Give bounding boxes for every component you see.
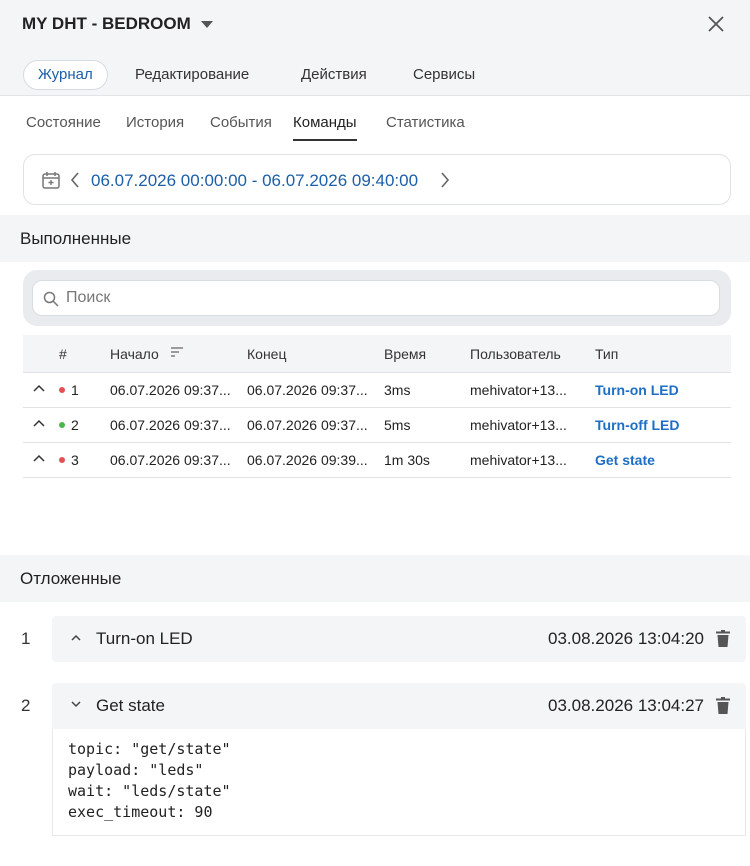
status-dot xyxy=(59,387,65,393)
tab-commands[interactable]: Команды xyxy=(293,114,357,141)
pending-item-details: topic: "get/state" payload: "leds" wait:… xyxy=(52,729,746,836)
column-header-duration[interactable]: Время xyxy=(384,346,426,362)
date-range-picker[interactable]: 06.07.2026 00:00:00 - 06.07.2026 09:40:0… xyxy=(23,154,731,205)
row-start: 06.07.2026 09:37... xyxy=(110,382,231,398)
status-dot xyxy=(59,422,65,428)
tab-actions[interactable]: Действия xyxy=(287,60,381,90)
device-title[interactable]: MY DHT - BEDROOM xyxy=(22,14,213,34)
row-user: mehivator+13... xyxy=(470,382,567,398)
sort-icon[interactable] xyxy=(171,347,183,357)
row-start: 06.07.2026 09:37... xyxy=(110,417,231,433)
date-range-text[interactable]: 06.07.2026 00:00:00 - 06.07.2026 09:40:0… xyxy=(91,171,418,191)
tab-editing[interactable]: Редактирование xyxy=(121,60,263,90)
search-panel xyxy=(23,270,731,326)
chevron-up-icon[interactable] xyxy=(70,633,82,641)
column-header-start[interactable]: Начало xyxy=(110,346,159,362)
detail-topic: topic: "get/state" xyxy=(68,740,231,758)
tab-services[interactable]: Сервисы xyxy=(399,60,489,90)
row-number: 3 xyxy=(71,452,79,468)
pending-item-name: Turn-on LED xyxy=(96,629,193,648)
pending-section-header: Отложенные xyxy=(0,555,750,602)
device-title-text: MY DHT - BEDROOM xyxy=(22,14,191,33)
search-field[interactable] xyxy=(32,280,720,316)
tab-journal[interactable]: Журнал xyxy=(23,60,108,90)
table-row[interactable]: 1 06.07.2026 09:37... 06.07.2026 09:37..… xyxy=(23,373,731,408)
row-user: mehivator+13... xyxy=(470,417,567,433)
pending-item-date: 03.08.2026 13:04:27 xyxy=(548,696,704,715)
calendar-icon[interactable] xyxy=(41,170,61,190)
row-number: 2 xyxy=(71,417,79,433)
executed-section-header: Выполненные xyxy=(0,215,750,262)
close-icon[interactable] xyxy=(706,14,726,34)
row-type-link[interactable]: Get state xyxy=(595,452,655,468)
pending-section-title: Отложенные xyxy=(20,569,122,588)
pending-item-number: 2 xyxy=(21,696,31,715)
caret-down-icon[interactable] xyxy=(200,20,213,28)
pending-item[interactable]: Turn-on LED 03.08.2026 13:04:20 xyxy=(52,616,746,662)
pending-item-number: 1 xyxy=(21,629,31,648)
detail-wait: wait: "leds/state" xyxy=(68,782,231,800)
trash-icon[interactable] xyxy=(716,630,730,647)
row-end: 06.07.2026 09:37... xyxy=(247,417,368,433)
main-tabs: Журнал Редактирование Действия Сервисы xyxy=(0,50,750,96)
executed-section-title: Выполненные xyxy=(20,229,132,248)
status-dot xyxy=(59,457,65,463)
tab-history[interactable]: История xyxy=(126,114,184,139)
dialog-header: MY DHT - BEDROOM xyxy=(0,0,750,50)
row-number: 1 xyxy=(71,382,79,398)
chevron-left-icon[interactable] xyxy=(70,171,80,189)
table-row[interactable]: 2 06.07.2026 09:37... 06.07.2026 09:37..… xyxy=(23,408,731,443)
executed-commands-table: # Начало Конец Время Пользователь Тип 1 … xyxy=(23,335,731,478)
row-duration: 3ms xyxy=(384,382,411,398)
column-header-end[interactable]: Конец xyxy=(247,346,286,362)
sub-tabs: Состояние История События Команды Статис… xyxy=(0,97,750,143)
table-row[interactable]: 3 06.07.2026 09:37... 06.07.2026 09:39..… xyxy=(23,443,731,478)
row-user: mehivator+13... xyxy=(470,452,567,468)
column-header-number[interactable]: # xyxy=(59,346,67,362)
pending-item-name: Get state xyxy=(96,696,165,715)
column-header-user[interactable]: Пользователь xyxy=(470,346,561,362)
row-duration: 5ms xyxy=(384,417,411,433)
tab-statistics[interactable]: Статистика xyxy=(386,114,465,139)
detail-payload: payload: "leds" xyxy=(68,761,204,779)
search-input[interactable] xyxy=(66,287,706,309)
chevron-up-icon[interactable] xyxy=(33,454,45,462)
chevron-down-icon[interactable] xyxy=(70,700,82,708)
pending-item-date: 03.08.2026 13:04:20 xyxy=(548,629,704,648)
column-header-type[interactable]: Тип xyxy=(595,346,618,362)
search-icon xyxy=(43,291,59,307)
row-start: 06.07.2026 09:37... xyxy=(110,452,231,468)
tab-events[interactable]: События xyxy=(210,114,272,139)
row-type-link[interactable]: Turn-off LED xyxy=(595,417,680,433)
pending-item[interactable]: Get state 03.08.2026 13:04:27 topic: "ge… xyxy=(52,683,746,836)
chevron-up-icon[interactable] xyxy=(33,419,45,427)
tab-state[interactable]: Состояние xyxy=(26,114,101,139)
pending-item-header[interactable]: Get state 03.08.2026 13:04:27 xyxy=(52,683,746,729)
chevron-right-icon[interactable] xyxy=(440,171,450,189)
row-duration: 1m 30s xyxy=(384,452,430,468)
row-end: 06.07.2026 09:37... xyxy=(247,382,368,398)
pending-item-header[interactable]: Turn-on LED 03.08.2026 13:04:20 xyxy=(52,616,746,662)
row-end: 06.07.2026 09:39... xyxy=(247,452,368,468)
chevron-up-icon[interactable] xyxy=(33,384,45,392)
row-type-link[interactable]: Turn-on LED xyxy=(595,382,679,398)
trash-icon[interactable] xyxy=(716,697,730,714)
detail-exec-timeout: exec_timeout: 90 xyxy=(68,803,213,821)
table-header: # Начало Конец Время Пользователь Тип xyxy=(23,335,731,373)
